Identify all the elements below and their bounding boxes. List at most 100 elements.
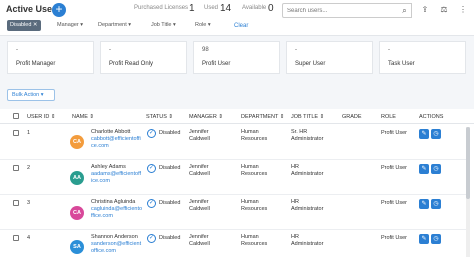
manager-last: Caldwell [189,206,210,212]
edit-icon[interactable]: ✎ [419,199,429,209]
department-line1: Human [241,129,259,135]
role: Profit User [381,130,407,136]
card-value: - [109,47,111,53]
card-value: - [16,47,18,53]
purchased-licenses-label: Purchased Licenses [134,5,189,11]
department-line1: Human [241,164,259,170]
disabled-status-icon: ✓ [147,199,156,208]
select-all-checkbox[interactable] [13,113,19,119]
bulk-action-dropdown[interactable]: Bulk Action ▾ [7,89,55,101]
summary-card-task-user[interactable]: - Task User [379,41,466,74]
summary-card-super-user[interactable]: - Super User [286,41,373,74]
disabled-status-icon: ✓ [147,164,156,173]
column-role: ROLE [381,114,396,120]
user-email[interactable]: sanderson@efficient [91,241,141,248]
manager-last: Caldwell [189,136,210,142]
user-email[interactable]: aadams@efficientoff [91,171,141,178]
filter-manager[interactable]: Manager ▾ [57,22,83,28]
user-name[interactable]: Christina Agluinda [91,199,135,206]
table-row[interactable]: 1 CA Charlotte Abbott cabbott@efficiento… [0,125,466,160]
table-row[interactable]: 4 SA Shannon Anderson sanderson@efficien… [0,230,466,260]
user-id: 1 [27,130,31,136]
history-icon[interactable]: ◷ [431,164,441,174]
disabled-filter-chip[interactable]: Disabled ✕ [7,20,41,31]
row-checkbox[interactable] [13,165,19,171]
job-title-line2: Administrator [291,136,324,142]
user-id: 4 [27,235,31,241]
summary-card-profit-read-only[interactable]: - Profit Read Only [100,41,187,74]
manager-first: Jennifer [189,199,209,205]
status-text: Disabled [159,130,181,136]
user-email-cont[interactable]: ice.com [91,178,110,185]
user-name[interactable]: Ashley Adams [91,164,126,171]
column-actions: ACTIONS [419,114,444,120]
filter-job-title[interactable]: Job Title ▾ [151,22,176,28]
card-value: 98 [202,47,209,53]
department-line2: Resources [241,136,268,142]
job-title-line2: Administrator [291,171,324,177]
avatar: CA [70,135,84,149]
card-value: - [295,47,297,53]
manager-last: Caldwell [189,171,210,177]
card-label: Super User [295,61,326,67]
clear-filters-link[interactable]: Clear [234,23,248,29]
card-label: Profit Manager [16,61,56,67]
job-title-line1: HR [291,164,299,170]
filter-bar: Disabled ✕ Manager ▾ Department ▾ Job Ti… [0,18,474,36]
role: Profit User [381,235,407,241]
user-email-cont[interactable]: ffice.com [91,213,113,220]
user-email[interactable]: cagluinda@efficiento [91,206,142,213]
filter-department[interactable]: Department ▾ [98,22,131,28]
table-row[interactable]: 3 CA Christina Agluinda cagluinda@effici… [0,195,466,230]
history-icon[interactable]: ◷ [431,234,441,244]
column-user-id[interactable]: USER ID ⇕ [27,114,55,120]
available-label: Available [242,5,267,11]
table-header: USER ID ⇕ NAME ⇕ STATUS ⇕ MANAGER ⇕ DEPA… [0,109,474,124]
manager-last: Caldwell [189,241,210,247]
search-icon[interactable]: ⌕ [398,3,412,18]
summary-card-profit-user[interactable]: 98 Profit User [193,41,280,74]
column-job-title[interactable]: JOB TITLE ⇕ [291,114,324,120]
status-text: Disabled [159,200,181,206]
job-title-line1: HR [291,234,299,240]
users-table: USER ID ⇕ NAME ⇕ STATUS ⇕ MANAGER ⇕ DEPA… [0,109,474,260]
edit-icon[interactable]: ✎ [419,234,429,244]
department-line2: Resources [241,206,268,212]
user-email-cont[interactable]: ce.com [91,143,109,150]
more-icon[interactable]: ⋮ [459,6,467,14]
purchased-licenses-value: 1 [189,3,195,14]
row-checkbox[interactable] [13,130,19,136]
history-icon[interactable]: ◷ [431,199,441,209]
manager-first: Jennifer [189,164,209,170]
user-name[interactable]: Shannon Anderson [91,234,138,241]
user-name[interactable]: Charlotte Abbott [91,129,130,136]
department-line2: Resources [241,171,268,177]
job-title-line1: HR [291,199,299,205]
job-title-line1: Sr. HR [291,129,308,135]
edit-icon[interactable]: ✎ [419,164,429,174]
search-input[interactable] [282,3,412,18]
history-icon[interactable]: ◷ [431,129,441,139]
filter-role[interactable]: Role ▾ [195,22,211,28]
column-status[interactable]: STATUS ⇕ [146,114,173,120]
edit-icon[interactable]: ✎ [419,129,429,139]
scrollbar-thumb[interactable] [466,127,470,199]
upload-icon[interactable]: ⇪ [421,6,429,14]
column-department[interactable]: DEPARTMENT ⇕ [241,114,284,120]
manager-first: Jennifer [189,129,209,135]
column-name[interactable]: NAME ⇕ [72,114,94,120]
user-email-cont[interactable]: office.com [91,248,116,255]
column-manager[interactable]: MANAGER ⇕ [189,114,223,120]
row-checkbox[interactable] [13,235,19,241]
summary-card-profit-manager[interactable]: - Profit Manager [7,41,94,74]
card-label: Profit User [202,61,231,67]
user-id: 3 [27,200,31,206]
page: Active Users + Purchased Licenses 1 Used… [0,0,474,260]
row-checkbox[interactable] [13,200,19,206]
department-line1: Human [241,199,259,205]
add-user-button[interactable]: + [52,3,66,17]
status-text: Disabled [159,235,181,241]
settings-icon[interactable]: ⚖ [440,6,448,14]
table-row[interactable]: 2 AA Ashley Adams aadams@efficientoff ic… [0,160,466,195]
user-email[interactable]: cabbott@efficientoffi [91,136,141,143]
